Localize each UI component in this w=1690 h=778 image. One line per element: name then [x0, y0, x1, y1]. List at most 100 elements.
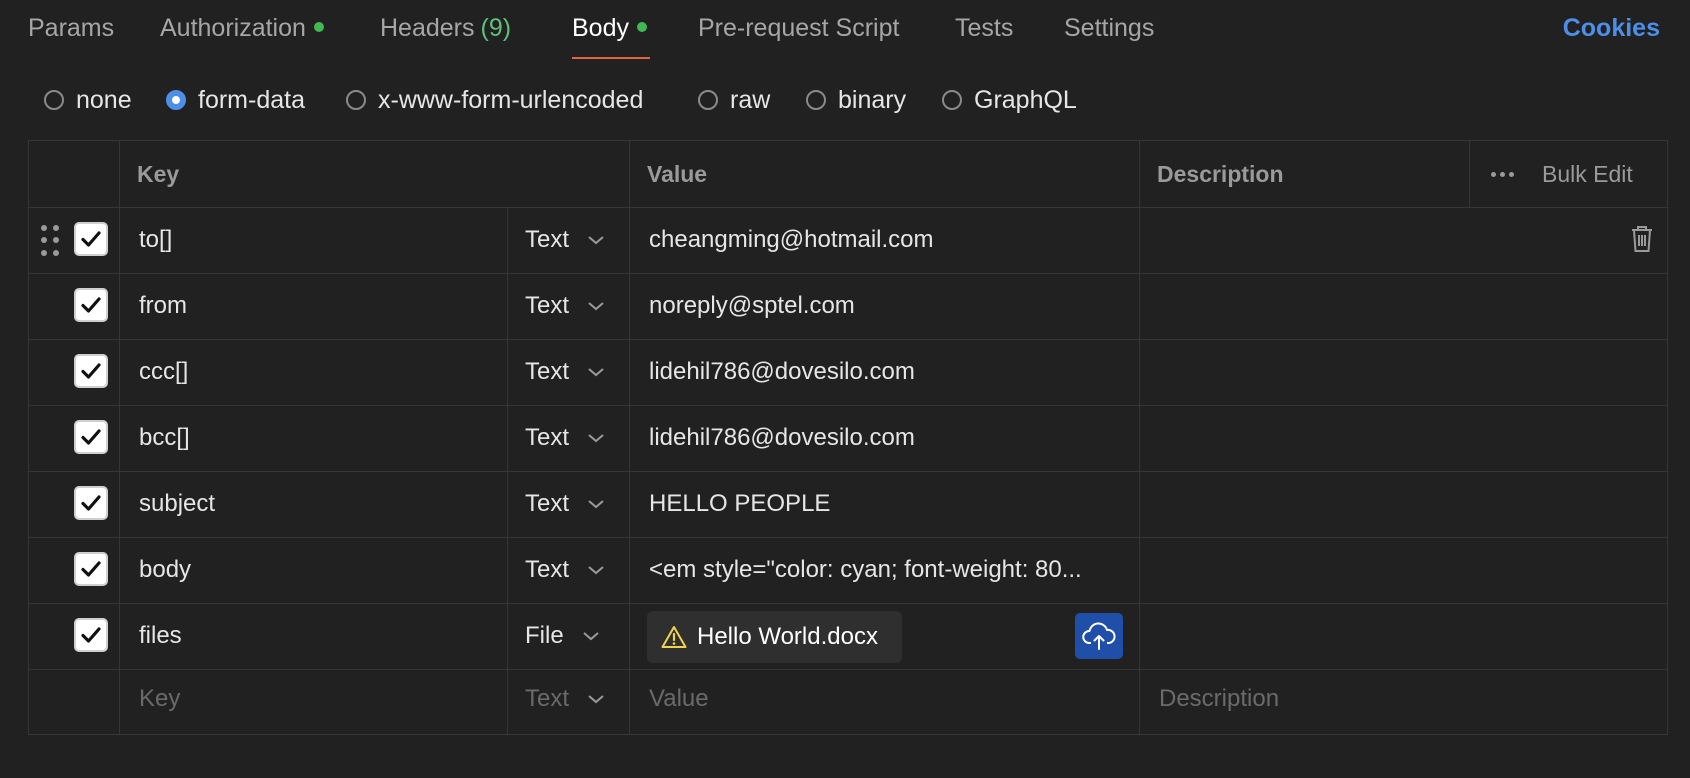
- file-name: Hello World.docx: [697, 623, 878, 650]
- body-type-selector: none form-data x-www-form-urlencoded raw…: [0, 80, 1690, 120]
- cloud-upload-icon: [1082, 622, 1116, 650]
- radio-graphql-label: GraphQL: [974, 85, 1077, 114]
- radio-raw-label: raw: [730, 85, 771, 114]
- radio-binary-label: binary: [838, 85, 907, 114]
- new-value-input[interactable]: Value: [649, 669, 1149, 729]
- row-enabled-checkbox[interactable]: [74, 354, 108, 388]
- key-field[interactable]: from: [139, 273, 509, 339]
- radio-form-data[interactable]: form-data: [166, 80, 305, 120]
- bulk-edit-button[interactable]: Bulk Edit: [1542, 161, 1633, 188]
- trash-icon[interactable]: [1629, 224, 1655, 254]
- type-select[interactable]: Text: [525, 471, 625, 537]
- type-select[interactable]: Text: [525, 537, 625, 603]
- authorization-status-dot: [313, 22, 324, 33]
- key-field[interactable]: bcc[]: [139, 405, 509, 471]
- type-select[interactable]: Text: [525, 405, 625, 471]
- value-field[interactable]: lidehil786@dovesilo.com: [649, 339, 1149, 405]
- key-field[interactable]: ccc[]: [139, 339, 509, 405]
- drag-handle-icon[interactable]: [41, 225, 59, 257]
- chevron-down-icon: [588, 236, 604, 245]
- form-data-table: Key Value Description Bulk Edit to[] Tex…: [28, 140, 1668, 735]
- type-select-label: Text: [525, 424, 570, 451]
- tab-settings-label: Settings: [1064, 14, 1155, 42]
- type-select-label: Text: [525, 226, 570, 253]
- radio-raw[interactable]: raw: [698, 80, 770, 120]
- tab-body-label: Body: [572, 14, 629, 42]
- tab-headers[interactable]: Headers (9): [380, 10, 511, 50]
- tab-body[interactable]: Body: [572, 10, 647, 50]
- more-options-icon[interactable]: [1491, 171, 1514, 177]
- new-key-input[interactable]: Key: [139, 669, 509, 729]
- table-row: from Text noreply@sptel.com: [29, 273, 1667, 339]
- value-field[interactable]: noreply@sptel.com: [649, 273, 1149, 339]
- table-row: bcc[] Text lidehil786@dovesilo.com: [29, 405, 1667, 471]
- headers-count-badge: (9): [480, 14, 512, 42]
- column-divider: [1469, 141, 1470, 207]
- tab-prerequest-script[interactable]: Pre-request Script: [698, 10, 899, 50]
- type-select[interactable]: Text: [525, 273, 625, 339]
- table-row-new: Key Text Value Description: [29, 669, 1667, 735]
- bulk-edit-area: Bulk Edit: [1491, 141, 1633, 207]
- value-field[interactable]: cheangming@hotmail.com: [649, 207, 1149, 273]
- new-type-select[interactable]: Text: [525, 669, 625, 729]
- tab-tests[interactable]: Tests: [955, 10, 1013, 50]
- value-field[interactable]: HELLO PEOPLE: [649, 471, 1149, 537]
- radio-urlencoded[interactable]: x-www-form-urlencoded: [346, 80, 643, 120]
- radio-none-circle: [44, 90, 64, 110]
- radio-urlencoded-circle: [346, 90, 366, 110]
- row-enabled-checkbox[interactable]: [74, 618, 108, 652]
- type-select-label: Text: [525, 490, 570, 517]
- body-status-dot: [636, 22, 647, 33]
- radio-graphql-circle: [942, 90, 962, 110]
- cookies-link[interactable]: Cookies: [1563, 10, 1660, 46]
- value-field[interactable]: <em style="color: cyan; font-weight: 80.…: [649, 537, 1149, 603]
- tab-prerequest-label: Pre-request Script: [698, 14, 900, 42]
- upload-file-button[interactable]: [1075, 613, 1123, 659]
- row-enabled-checkbox[interactable]: [74, 222, 108, 256]
- key-field[interactable]: to[]: [139, 207, 509, 273]
- active-tab-indicator: [572, 57, 650, 59]
- selected-file-chip[interactable]: Hello World.docx: [647, 611, 902, 663]
- chevron-down-icon: [583, 632, 599, 641]
- tab-tests-label: Tests: [955, 14, 1014, 42]
- type-select-label: Text: [525, 292, 570, 319]
- key-field[interactable]: files: [139, 603, 509, 669]
- type-select[interactable]: Text: [525, 207, 625, 273]
- tab-headers-label: Headers: [380, 14, 475, 42]
- value-field[interactable]: lidehil786@dovesilo.com: [649, 405, 1149, 471]
- column-header-value: Value: [647, 161, 708, 187]
- chevron-down-icon: [588, 500, 604, 509]
- radio-binary-circle: [806, 90, 826, 110]
- chevron-down-icon: [588, 695, 604, 704]
- radio-none[interactable]: none: [44, 80, 132, 120]
- type-select[interactable]: Text: [525, 339, 625, 405]
- table-row: subject Text HELLO PEOPLE: [29, 471, 1667, 537]
- radio-form-data-label: form-data: [198, 85, 305, 114]
- radio-graphql[interactable]: GraphQL: [942, 80, 1077, 120]
- tab-authorization[interactable]: Authorization: [160, 10, 324, 50]
- radio-urlencoded-label: x-www-form-urlencoded: [378, 85, 644, 114]
- key-field[interactable]: subject: [139, 471, 509, 537]
- column-header-description: Description: [1157, 161, 1284, 187]
- tab-params-label: Params: [28, 14, 115, 42]
- tab-settings[interactable]: Settings: [1064, 10, 1154, 50]
- request-tabs: Params Authorization Headers (9) Body Pre…: [0, 0, 1690, 62]
- tab-params[interactable]: Params: [28, 10, 114, 50]
- warning-icon: [661, 626, 687, 648]
- row-enabled-checkbox[interactable]: [74, 486, 108, 520]
- row-enabled-checkbox[interactable]: [74, 288, 108, 322]
- chevron-down-icon: [588, 434, 604, 443]
- chevron-down-icon: [588, 302, 604, 311]
- type-select[interactable]: File: [525, 603, 625, 669]
- row-enabled-checkbox[interactable]: [74, 552, 108, 586]
- radio-form-data-circle: [166, 90, 186, 110]
- radio-binary[interactable]: binary: [806, 80, 906, 120]
- key-field[interactable]: body: [139, 537, 509, 603]
- table-row: ccc[] Text lidehil786@dovesilo.com: [29, 339, 1667, 405]
- type-select-label: Text: [525, 685, 570, 712]
- row-enabled-checkbox[interactable]: [74, 420, 108, 454]
- tab-authorization-label: Authorization: [160, 14, 306, 42]
- type-select-label: Text: [525, 556, 570, 583]
- new-description-input[interactable]: Description: [1159, 669, 1639, 729]
- table-row: body Text <em style="color: cyan; font-w…: [29, 537, 1667, 603]
